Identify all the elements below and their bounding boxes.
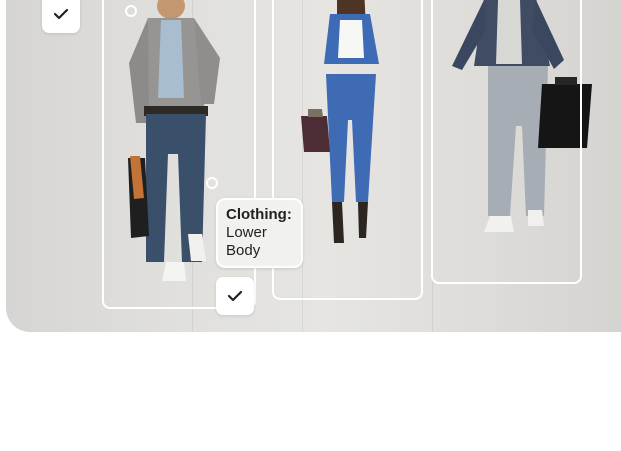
fashion-photo bbox=[6, 0, 621, 332]
checkmark-button[interactable] bbox=[42, 0, 80, 33]
label-title: Clothing: bbox=[226, 206, 292, 223]
label-value: Lower Body bbox=[226, 224, 267, 259]
screen: Clothing: Lower Body bbox=[0, 0, 621, 451]
checkmark-icon bbox=[53, 8, 69, 20]
resize-handle-icon[interactable] bbox=[125, 5, 137, 17]
confirm-check-button[interactable] bbox=[216, 277, 254, 315]
clothing-lower-body-label[interactable]: Clothing: Lower Body bbox=[216, 198, 303, 268]
bounding-box-right-person[interactable] bbox=[431, 0, 582, 284]
checkmark-icon bbox=[227, 290, 243, 302]
resize-handle-icon[interactable] bbox=[206, 177, 218, 189]
